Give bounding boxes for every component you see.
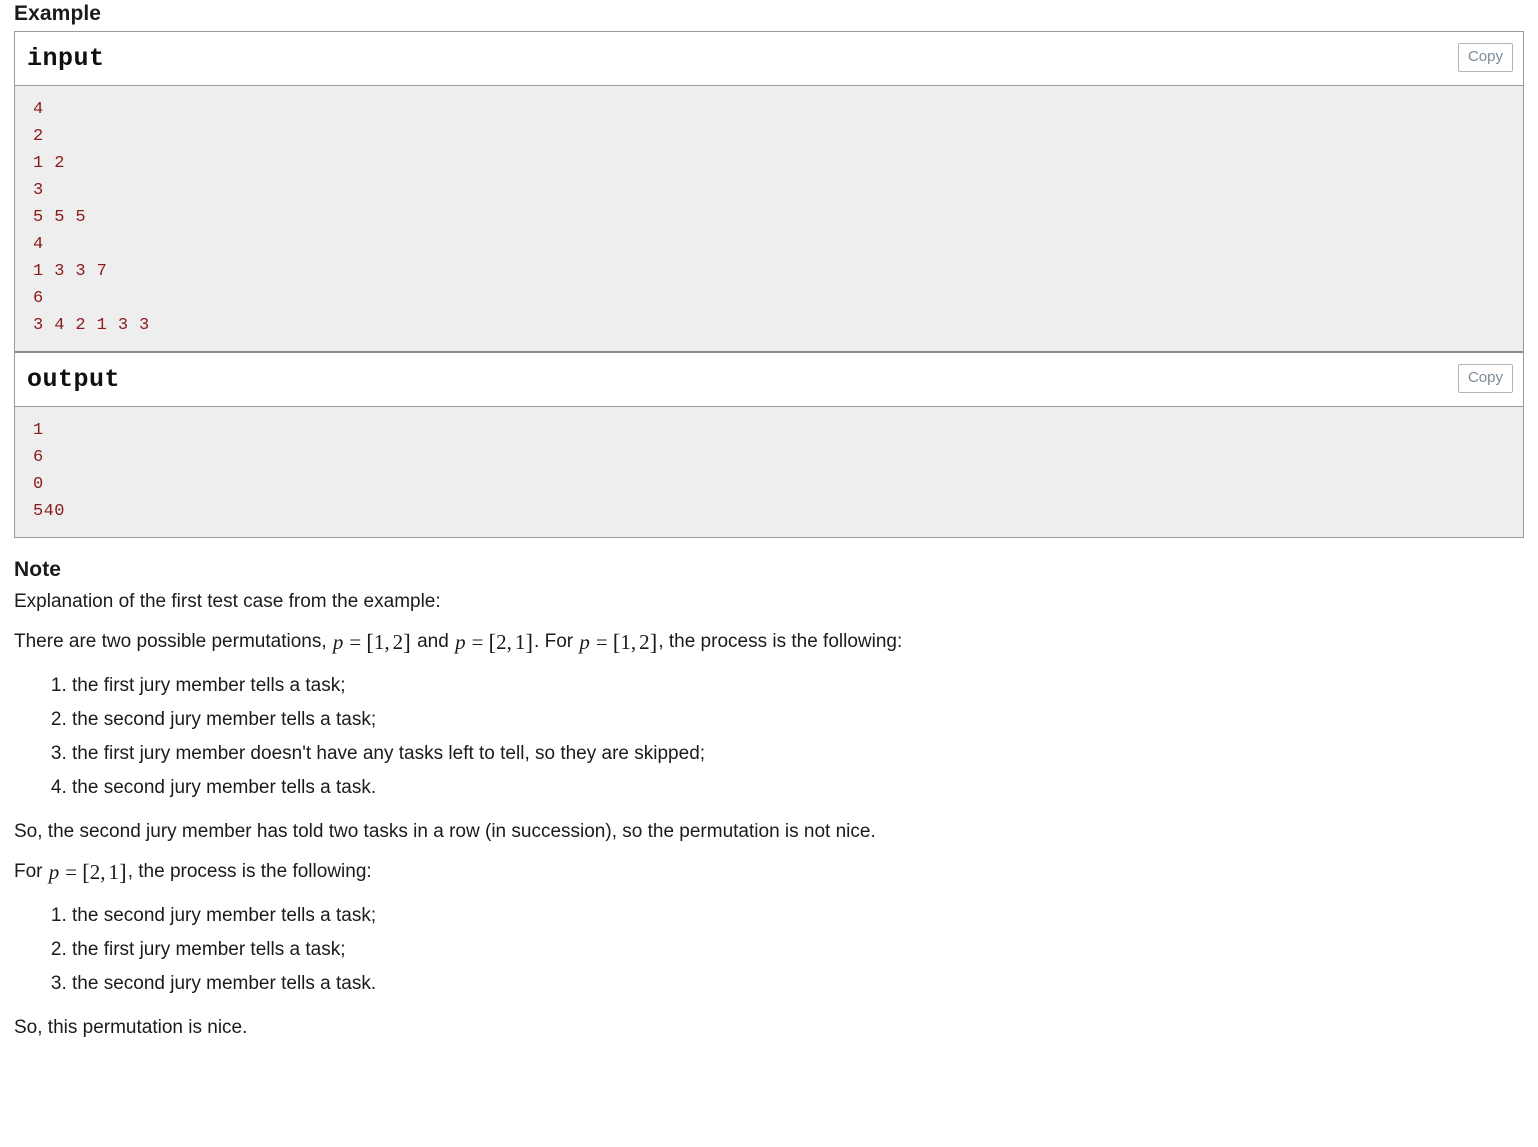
sample-input-header: input Copy: [15, 32, 1523, 86]
math-var: p: [48, 860, 60, 884]
note-not-nice-paragraph: So, the second jury member has told two …: [14, 821, 876, 842]
output-line: 540: [33, 502, 65, 521]
math-var: p: [455, 630, 466, 654]
math-operator: =: [65, 860, 78, 884]
math-operator: =: [349, 630, 362, 654]
math-bracket-close: ]: [525, 630, 534, 655]
math-bracket-open: [: [82, 860, 90, 885]
math-var: p: [579, 630, 590, 654]
math-bracket-open: [: [488, 630, 497, 655]
output-line: 1: [33, 421, 44, 440]
input-line: 1 2: [33, 154, 65, 173]
note-nice-paragraph: So, this permutation is nice.: [14, 1017, 248, 1038]
sample-input-title: input: [27, 43, 105, 73]
math-number: 1: [514, 630, 526, 654]
math-comma: ,: [506, 630, 512, 654]
list-item: the second jury member tells a task.: [72, 967, 1524, 1001]
math-comma: ,: [630, 630, 637, 654]
output-line: 0: [33, 475, 44, 494]
math-p-equals-2-1: p = [2, 1]: [454, 631, 534, 654]
list-item: the first jury member doesn't have any t…: [72, 737, 1524, 771]
math-p-equals-1-2-second: p = [1, 2]: [578, 631, 658, 654]
math-comma: ,: [100, 860, 106, 884]
copy-output-button[interactable]: Copy: [1457, 364, 1513, 393]
note-section: Note Explanation of the first test case …: [14, 538, 1524, 1048]
input-line: 5 5 5: [33, 208, 87, 227]
list-item: the second jury member tells a task;: [72, 703, 1524, 737]
output-line: 6: [33, 448, 44, 467]
math-number: 1: [108, 860, 120, 884]
sample-output-block: output Copy 1 6 0 540: [15, 351, 1523, 537]
sample-tests-panel: input Copy 4 2 1 2 3 5 5 5 4 1 3 3 7 6 3…: [14, 31, 1524, 538]
math-var: p: [332, 630, 344, 654]
note-intro: Explanation of the first test case from …: [14, 591, 441, 612]
input-line: 1 3 3 7: [33, 262, 108, 281]
text-fragment: , the process is the following:: [658, 631, 903, 652]
math-number: 2: [496, 630, 507, 654]
problem-page: Example input Copy 4 2 1 2 3 5 5 5 4 1 3…: [0, 0, 1538, 1048]
sample-output-title: output: [27, 364, 121, 394]
math-number: 2: [392, 630, 404, 654]
text-fragment: and: [411, 631, 455, 652]
text-fragment: For: [14, 861, 48, 882]
text-fragment: . For: [534, 631, 579, 652]
math-operator: =: [471, 630, 484, 654]
math-bracket-close: ]: [649, 630, 658, 655]
note-for-p21-paragraph: For p = [2, 1], the process is the followin…: [14, 852, 1524, 892]
sample-input-body[interactable]: 4 2 1 2 3 5 5 5 4 1 3 3 7 6 3 4 2 1 3 3: [15, 86, 1523, 351]
sample-output-header: output Copy: [15, 353, 1523, 407]
math-bracket-close: ]: [119, 860, 127, 885]
sample-input-block: input Copy 4 2 1 2 3 5 5 5 4 1 3 3 7 6 3…: [15, 32, 1523, 351]
list-item: the second jury member tells a task;: [72, 899, 1524, 933]
input-line: 3 4 2 1 3 3: [33, 316, 150, 335]
note-heading: Note: [14, 558, 62, 581]
math-number: 2: [639, 630, 650, 654]
math-operator: =: [595, 630, 608, 654]
input-line: 4: [33, 100, 44, 119]
note-permutations-paragraph: There are two possible permutations, p =[…: [14, 622, 1524, 662]
math-p-equals-2-1-second: p = [2, 1]: [48, 861, 128, 884]
input-line: 2: [33, 127, 44, 146]
input-line: 4: [33, 235, 44, 254]
math-bracket-open: [: [366, 630, 374, 655]
text-fragment: There are two possible permutations,: [14, 631, 332, 652]
math-comma: ,: [384, 630, 390, 654]
text-fragment: , the process is the following:: [127, 861, 372, 882]
list-item: the first jury member tells a task;: [72, 933, 1524, 967]
example-heading: Example: [14, 2, 102, 25]
input-line: 6: [33, 289, 44, 308]
list-item: the second jury member tells a task.: [72, 771, 1524, 805]
math-number: 2: [89, 860, 101, 884]
sample-output-body[interactable]: 1 6 0 540: [15, 407, 1523, 537]
math-p-equals-1-2: p = [1, 2]: [332, 631, 412, 654]
list-item: the first jury member tells a task;: [72, 669, 1524, 703]
copy-input-button[interactable]: Copy: [1457, 43, 1513, 72]
process-list-p12: the first jury member tells a task; the …: [14, 669, 1524, 805]
math-number: 1: [620, 630, 631, 654]
process-list-p21: the second jury member tells a task; the…: [14, 899, 1524, 1001]
math-bracket-close: ]: [403, 630, 411, 655]
math-number: 1: [373, 630, 385, 654]
input-line: 3: [33, 181, 44, 200]
